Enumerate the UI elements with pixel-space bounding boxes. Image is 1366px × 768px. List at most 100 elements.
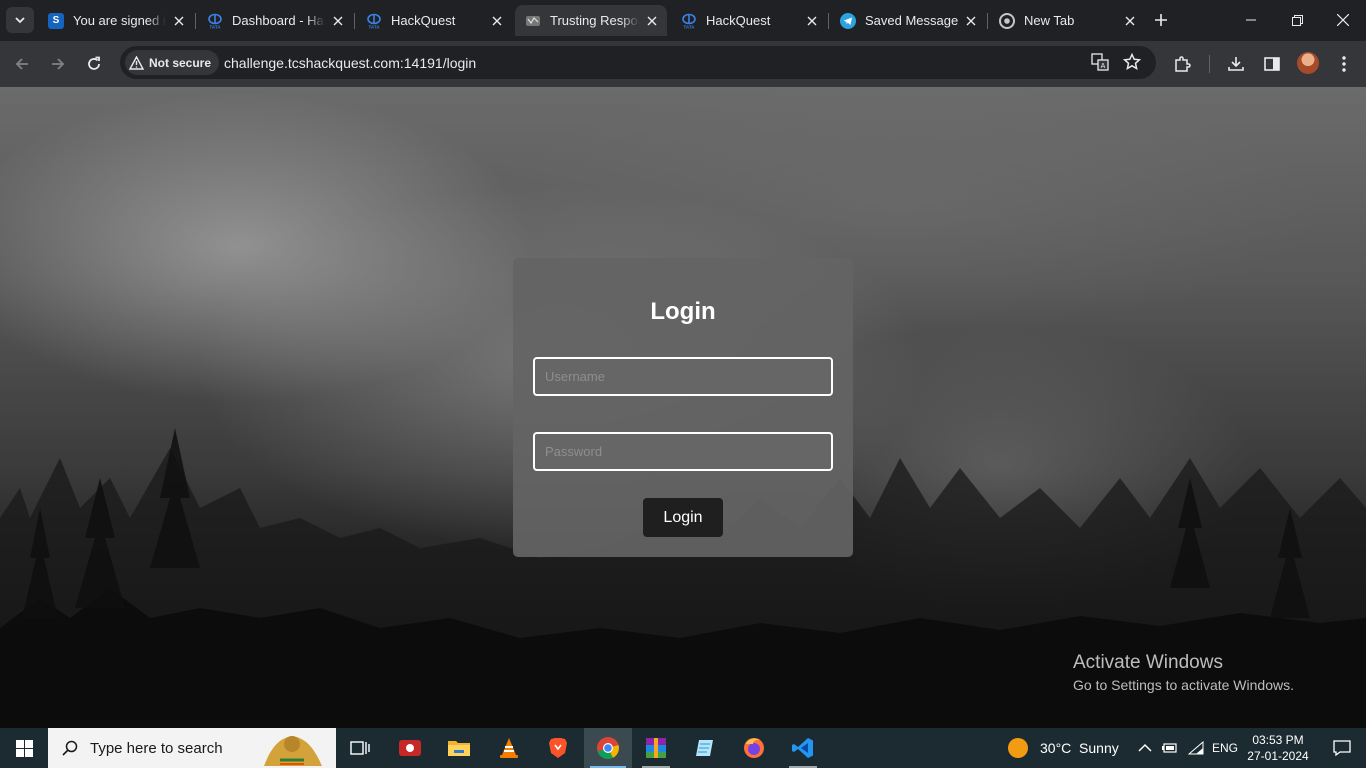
task-view-button[interactable]	[340, 728, 380, 768]
weather-widget[interactable]: 30°C Sunny	[1008, 728, 1119, 768]
star-icon	[1123, 53, 1141, 71]
web-favicon-icon	[525, 13, 541, 29]
tab-separator	[195, 13, 196, 29]
taskbar-brave[interactable]	[538, 728, 578, 768]
login-button[interactable]: Login	[643, 498, 723, 537]
downloads-button[interactable]	[1222, 50, 1250, 78]
address-bar[interactable]: Not secure challenge.tcshackquest.com:14…	[120, 46, 1156, 79]
windows-logo-icon	[15, 739, 33, 757]
password-input[interactable]	[533, 432, 833, 471]
close-icon[interactable]	[643, 12, 661, 30]
close-icon	[1337, 14, 1349, 26]
menu-button[interactable]	[1330, 50, 1358, 78]
tab-new-tab[interactable]: New Tab	[989, 5, 1145, 36]
tab-separator	[987, 13, 988, 29]
tab-separator	[354, 13, 355, 29]
notifications-button[interactable]	[1318, 728, 1366, 768]
profile-avatar[interactable]	[1297, 52, 1319, 74]
security-chip[interactable]: Not secure	[125, 50, 220, 75]
taskbar-screen-recorder[interactable]	[390, 728, 430, 768]
close-icon[interactable]	[329, 12, 347, 30]
tab-title: Saved Messages	[865, 13, 958, 28]
more-vertical-icon	[1342, 56, 1346, 72]
clock[interactable]: 03:53 PM 27-01-2024	[1243, 732, 1313, 764]
tab-title: Dashboard - HackQuest	[232, 13, 325, 28]
side-panel-icon	[1264, 57, 1280, 71]
back-button[interactable]	[8, 50, 36, 78]
tab-title: HackQuest	[706, 13, 771, 28]
battery-status[interactable]	[1162, 728, 1178, 768]
network-status[interactable]	[1188, 728, 1204, 768]
clock-date: 27-01-2024	[1247, 749, 1309, 763]
login-card: Login Login	[513, 258, 853, 557]
url-path: :14191/login	[399, 55, 477, 71]
chevron-down-icon	[15, 17, 25, 24]
firefox-icon	[744, 738, 764, 758]
taskbar-file-explorer[interactable]	[439, 728, 479, 768]
svg-text:TATA: TATA	[210, 24, 222, 29]
weather-text: 30°C Sunny	[1040, 740, 1119, 756]
translate-button[interactable]: A	[1086, 48, 1114, 76]
close-icon[interactable]	[1121, 12, 1139, 30]
close-icon[interactable]	[803, 12, 821, 30]
tab-saved-messages[interactable]: Saved Messages	[830, 5, 986, 36]
windows-taskbar: Type here to search 30°C Sunny ENG 03:53…	[0, 728, 1366, 768]
taskbar-firefox[interactable]	[734, 728, 774, 768]
tab-trusting-responses[interactable]: Trusting Responses	[515, 5, 667, 36]
close-window-button[interactable]	[1320, 0, 1366, 40]
activate-windows-watermark: Activate Windows Go to Settings to activ…	[1073, 652, 1294, 693]
toolbar-separator	[1209, 55, 1210, 73]
new-tab-button[interactable]	[1150, 9, 1172, 31]
tab-hackquest-2[interactable]: TATA HackQuest	[671, 5, 827, 36]
forward-button[interactable]	[44, 50, 72, 78]
language-indicator[interactable]: ENG	[1212, 728, 1238, 768]
tab-strip: S You are signed in TATA Dashboard - Hac…	[0, 0, 1366, 41]
bookmark-button[interactable]	[1118, 48, 1146, 76]
tab-search-button[interactable]	[6, 7, 34, 33]
tab-title: Trusting Responses	[550, 13, 639, 28]
tab-separator	[828, 13, 829, 29]
taskbar-notepad[interactable]	[685, 728, 725, 768]
tab-dashboard[interactable]: TATA Dashboard - HackQuest	[197, 5, 353, 36]
username-input[interactable]	[533, 357, 833, 396]
close-icon[interactable]	[170, 12, 188, 30]
taskbar-vlc[interactable]	[489, 728, 529, 768]
taskbar-search-box[interactable]: Type here to search	[48, 728, 336, 768]
telegram-icon	[840, 12, 856, 29]
chrome-icon	[999, 12, 1015, 29]
svg-text:TATA: TATA	[369, 24, 381, 29]
security-chip-label: Not secure	[149, 55, 212, 70]
vlc-icon	[500, 738, 518, 758]
minimize-button[interactable]	[1228, 0, 1274, 40]
puzzle-icon	[1175, 56, 1191, 72]
battery-icon	[1162, 743, 1177, 753]
show-hidden-icons[interactable]	[1138, 728, 1152, 768]
warning-icon	[129, 55, 144, 70]
taskbar-chrome[interactable]	[584, 728, 632, 768]
restore-button[interactable]	[1274, 0, 1320, 40]
task-view-icon	[350, 741, 370, 755]
close-icon[interactable]	[962, 12, 980, 30]
side-panel-button[interactable]	[1258, 50, 1286, 78]
download-icon	[1228, 57, 1244, 71]
taskbar-vscode[interactable]	[783, 728, 823, 768]
taskbar-winrar[interactable]	[636, 728, 676, 768]
search-highlight-image-icon	[264, 736, 322, 766]
page-viewport: Login Login Activate Windows Go to Setti…	[0, 87, 1366, 728]
close-icon[interactable]	[488, 12, 506, 30]
tata-favicon-icon: TATA	[681, 13, 697, 29]
tab-title: HackQuest	[391, 13, 456, 28]
arrow-left-icon	[15, 58, 28, 70]
reload-button[interactable]	[80, 50, 108, 78]
sun-icon	[1008, 738, 1028, 758]
reload-icon	[88, 56, 100, 70]
tab-hackquest[interactable]: TATA HackQuest	[356, 5, 512, 36]
tab-signed-in[interactable]: S You are signed in	[38, 5, 194, 36]
extensions-button[interactable]	[1168, 50, 1196, 78]
search-placeholder: Type here to search	[90, 739, 223, 757]
chevron-up-icon	[1138, 743, 1152, 752]
notepad-icon	[696, 740, 713, 756]
tata-favicon-icon: TATA	[366, 13, 382, 29]
start-button[interactable]	[0, 728, 48, 768]
watermark-subtitle: Go to Settings to activate Windows.	[1073, 677, 1294, 693]
